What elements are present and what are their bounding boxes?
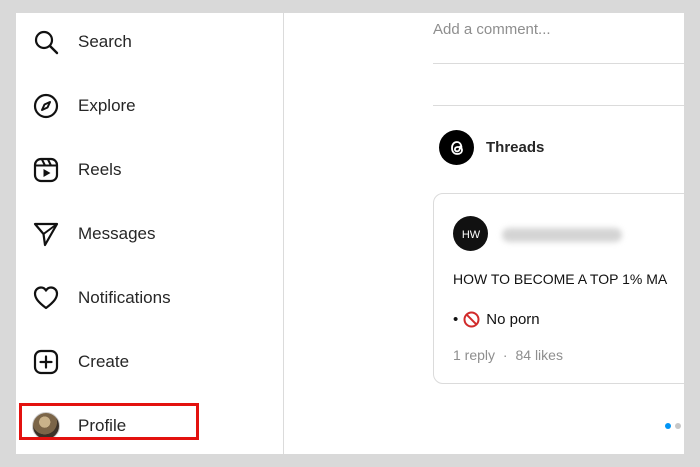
divider bbox=[433, 63, 684, 64]
sidebar-item-label: Explore bbox=[78, 96, 136, 115]
likes-count[interactable]: 84 likes bbox=[515, 347, 562, 363]
bullet-text: No porn bbox=[486, 311, 540, 328]
carousel-dot[interactable] bbox=[675, 423, 681, 429]
threads-label: Threads bbox=[486, 139, 545, 156]
divider bbox=[433, 105, 684, 106]
threads-post-card[interactable]: HW HOW TO BECOME A TOP 1% MA • No porn 1… bbox=[433, 193, 684, 384]
sidebar: Search Explore Reels Messages Notificati bbox=[16, 13, 284, 454]
send-icon bbox=[32, 220, 60, 248]
search-icon bbox=[32, 28, 60, 56]
reels-icon bbox=[32, 156, 60, 184]
sidebar-item-label: Search bbox=[78, 32, 132, 51]
threads-link[interactable]: Threads bbox=[439, 130, 544, 165]
bullet-marker: • bbox=[453, 311, 459, 328]
blurred-username bbox=[502, 228, 622, 242]
sidebar-item-messages[interactable]: Messages bbox=[16, 206, 283, 262]
sidebar-item-label: Messages bbox=[78, 224, 156, 243]
prohibited-icon bbox=[463, 311, 480, 328]
app-frame: Search Explore Reels Messages Notificati bbox=[16, 13, 684, 454]
post-bullet-line: • No porn bbox=[453, 311, 540, 328]
sidebar-item-label: Notifications bbox=[78, 288, 171, 307]
replies-count[interactable]: 1 reply bbox=[453, 347, 495, 363]
sidebar-item-search[interactable]: Search bbox=[16, 14, 283, 70]
post-title: HOW TO BECOME A TOP 1% MA bbox=[453, 271, 668, 287]
sidebar-item-notifications[interactable]: Notifications bbox=[16, 270, 283, 326]
post-stats: 1 reply · 84 likes bbox=[453, 347, 563, 363]
profile-highlight-box bbox=[19, 403, 199, 440]
comment-input[interactable] bbox=[433, 21, 673, 38]
sidebar-item-label: Reels bbox=[78, 160, 122, 179]
sidebar-item-label: Create bbox=[78, 352, 130, 371]
carousel-dots bbox=[665, 423, 681, 429]
carousel-dot-active[interactable] bbox=[665, 423, 671, 429]
sidebar-item-reels[interactable]: Reels bbox=[16, 142, 283, 198]
sidebar-item-create[interactable]: Create bbox=[16, 334, 283, 390]
avatar: HW bbox=[453, 216, 488, 251]
sidebar-item-explore[interactable]: Explore bbox=[16, 78, 283, 134]
stats-separator: · bbox=[502, 347, 508, 363]
avatar-monogram: HW bbox=[461, 229, 480, 241]
compass-icon bbox=[32, 92, 60, 120]
post-detail-panel: Threads HW HOW TO BECOME A TOP 1% MA • N… bbox=[284, 13, 684, 454]
threads-icon bbox=[439, 130, 474, 165]
plus-square-icon bbox=[32, 348, 60, 376]
heart-icon bbox=[32, 284, 60, 312]
